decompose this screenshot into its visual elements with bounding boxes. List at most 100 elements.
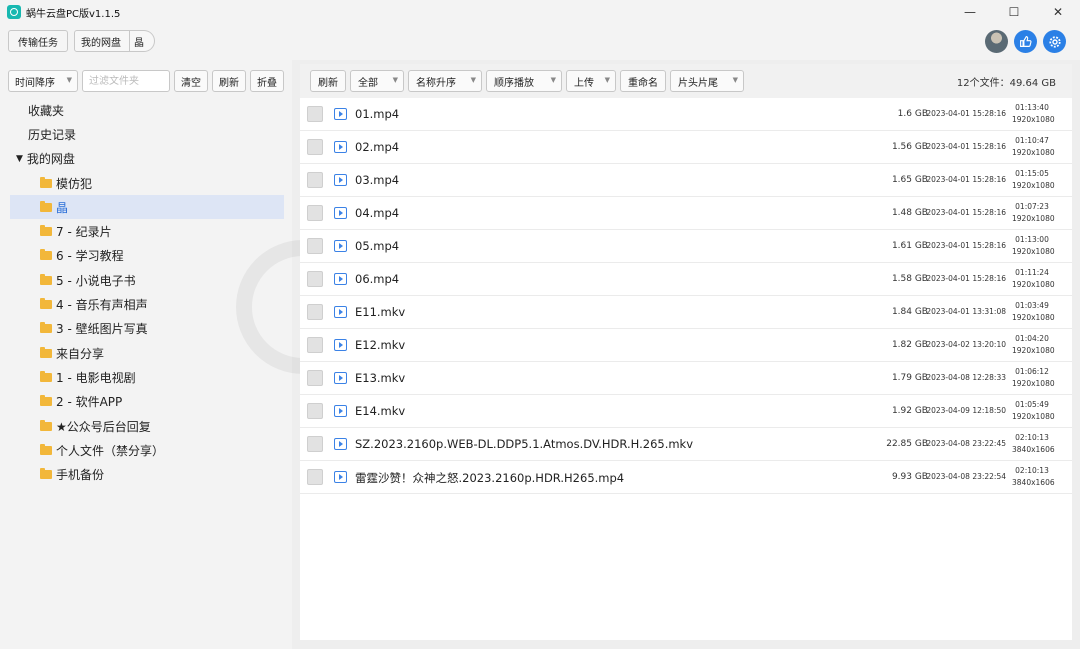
tree-item-label: 模仿犯 [56, 176, 93, 191]
file-checkbox[interactable] [307, 370, 323, 386]
file-resolution: 1920x1080 [1012, 181, 1055, 190]
type-filter-select[interactable]: 全部 ▼ [350, 70, 404, 92]
file-row[interactable]: 05.mp4 1.61 GB 2023-04-01 15:28:16 01:13:00… [300, 230, 1072, 263]
transfer-tasks-button[interactable]: 传输任务 [8, 30, 68, 52]
folder-filter-input[interactable] [82, 70, 170, 92]
file-checkbox[interactable] [307, 106, 323, 122]
expand-triangle-icon[interactable]: ▼ [16, 154, 23, 164]
clear-button[interactable]: 清空 [174, 70, 208, 92]
file-name[interactable]: 05.mp4 [355, 239, 399, 253]
file-row[interactable]: 雷霆沙赞！众神之怒.2023.2160p.HDR.H265.mp4 9.93 GB… [300, 461, 1072, 494]
file-checkbox[interactable] [307, 403, 323, 419]
chevron-down-icon: ▼ [392, 76, 398, 84]
avatar[interactable] [985, 30, 1008, 53]
file-checkbox[interactable] [307, 238, 323, 254]
file-row[interactable]: E11.mkv 1.84 GB 2023-04-01 13:31:08 01:03:4… [300, 296, 1072, 329]
video-file-icon [334, 471, 347, 483]
file-duration: 01:13:40 [1015, 103, 1049, 112]
file-checkbox[interactable] [307, 469, 323, 485]
upload-button[interactable]: 上传 ▼ [566, 70, 616, 92]
tree-item[interactable]: 1 - 电影电视剧 [10, 365, 284, 389]
file-name[interactable]: E14.mkv [355, 404, 405, 418]
file-name[interactable]: 02.mp4 [355, 140, 399, 154]
tree-item[interactable]: 晶 [10, 195, 284, 220]
file-name[interactable]: 03.mp4 [355, 173, 399, 187]
file-row[interactable]: E14.mkv 1.92 GB 2023-04-09 12:18:50 01:05:4… [300, 395, 1072, 428]
intro-outro-select[interactable]: 片头片尾 ▼ [670, 70, 744, 92]
tree-item[interactable]: ★公众号后台回复 [10, 414, 284, 438]
file-size: 1.82 GB [891, 340, 928, 350]
gear-icon[interactable] [1043, 30, 1066, 53]
thumbs-up-icon[interactable] [1014, 30, 1037, 53]
file-duration: 01:06:12 [1015, 367, 1049, 376]
file-name[interactable]: E12.mkv [355, 338, 405, 352]
close-button[interactable]: ✕ [1036, 0, 1080, 24]
sidebar-refresh-button[interactable]: 刷新 [212, 70, 246, 92]
refresh-button[interactable]: 刷新 [310, 70, 346, 92]
tree-item[interactable]: 6 - 学习教程 [10, 244, 284, 268]
file-checkbox[interactable] [307, 436, 323, 452]
file-size: 1.65 GB [891, 175, 928, 185]
file-name[interactable]: SZ.2023.2160p.WEB-DL.DDP5.1.Atmos.DV.HDR… [355, 437, 693, 451]
file-checkbox[interactable] [307, 337, 323, 353]
tree-item[interactable]: 4 - 音乐有声相声 [10, 292, 284, 316]
file-name[interactable]: 04.mp4 [355, 206, 399, 220]
file-size: 1.79 GB [891, 373, 928, 383]
play-order-select[interactable]: 顺序播放 ▼ [486, 70, 562, 92]
chevron-down-icon: ▼ [470, 76, 476, 84]
tree-item[interactable]: 5 - 小说电子书 [10, 268, 284, 292]
file-duration: 02:10:13 [1015, 466, 1049, 475]
tree-item[interactable]: ▼ 我的网盘 [10, 147, 284, 171]
file-size: 9.93 GB [891, 472, 928, 482]
file-resolution: 1920x1080 [1012, 214, 1055, 223]
maximize-button[interactable]: ☐ [992, 0, 1036, 24]
tree-item[interactable]: 来自分享 [10, 341, 284, 365]
file-name[interactable]: E11.mkv [355, 305, 405, 319]
tree-item[interactable]: 2 - 软件APP [10, 390, 284, 414]
tree-item-label: 收藏夹 [28, 103, 65, 118]
folder-sort-select[interactable]: 时间降序 ▼ [8, 70, 78, 92]
file-date: 2023-04-01 13:31:08 [926, 307, 1006, 316]
file-row[interactable]: 01.mp4 1.6 GB 2023-04-01 15:28:16 01:13:40 1… [300, 98, 1072, 131]
file-row[interactable]: 03.mp4 1.65 GB 2023-04-01 15:28:16 01:15:05… [300, 164, 1072, 197]
rename-button[interactable]: 重命名 [620, 70, 666, 92]
video-file-icon [334, 306, 347, 318]
video-file-icon [334, 207, 347, 219]
file-checkbox[interactable] [307, 139, 323, 155]
file-name[interactable]: 06.mp4 [355, 272, 399, 286]
collapse-button[interactable]: 折叠 [250, 70, 284, 92]
tree-item-label: 3 - 壁纸图片写真 [56, 322, 148, 337]
file-row[interactable]: SZ.2023.2160p.WEB-DL.DDP5.1.Atmos.DV.HDR… [300, 428, 1072, 461]
file-row[interactable]: 06.mp4 1.58 GB 2023-04-01 15:28:16 01:11:24… [300, 263, 1072, 296]
file-row[interactable]: E12.mkv 1.82 GB 2023-04-02 13:20:10 01:04:2… [300, 329, 1072, 362]
file-media-info: 01:13:40 1920x1080 [1012, 102, 1055, 126]
upload-label: 上传 [574, 77, 594, 89]
file-checkbox[interactable] [307, 304, 323, 320]
video-file-icon [334, 372, 347, 384]
breadcrumb-item-current[interactable]: 晶 [130, 30, 155, 52]
file-checkbox[interactable] [307, 172, 323, 188]
file-duration: 01:07:23 [1015, 202, 1049, 211]
tree-item[interactable]: 模仿犯 [10, 171, 284, 195]
tree-item[interactable]: 手机备份 [10, 462, 284, 486]
folder-icon [40, 468, 52, 480]
play-order-value: 顺序播放 [494, 77, 534, 89]
file-name[interactable]: 01.mp4 [355, 107, 399, 121]
file-row[interactable]: 02.mp4 1.56 GB 2023-04-01 15:28:16 01:10:47… [300, 131, 1072, 164]
folder-icon [40, 395, 52, 407]
tree-item[interactable]: 7 - 纪录片 [10, 219, 284, 243]
file-checkbox[interactable] [307, 271, 323, 287]
tree-item[interactable]: 收藏夹 [10, 98, 284, 122]
file-name[interactable]: E13.mkv [355, 371, 405, 385]
minimize-button[interactable]: — [948, 0, 992, 24]
file-checkbox[interactable] [307, 205, 323, 221]
tree-item[interactable]: 3 - 壁纸图片写真 [10, 317, 284, 341]
tree-item[interactable]: 历史记录 [10, 122, 284, 146]
file-name[interactable]: 雷霆沙赞！众神之怒.2023.2160p.HDR.H265.mp4 [355, 470, 624, 486]
sort-select[interactable]: 名称升序 ▼ [408, 70, 482, 92]
tree-item[interactable]: 个人文件（禁分享） [10, 438, 284, 462]
file-row[interactable]: 04.mp4 1.48 GB 2023-04-01 15:28:16 01:07:23… [300, 197, 1072, 230]
file-row[interactable]: E13.mkv 1.79 GB 2023-04-08 12:28:33 01:06:1… [300, 362, 1072, 395]
breadcrumb-item-root[interactable]: 我的网盘 [74, 30, 130, 52]
video-file-icon [334, 240, 347, 252]
